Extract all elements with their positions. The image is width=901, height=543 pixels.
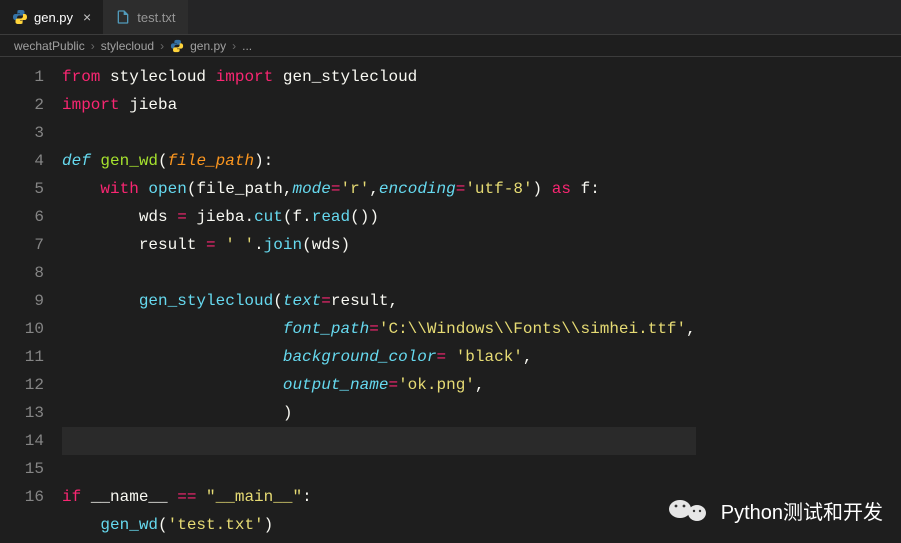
code-line[interactable]: gen_stylecloud(text=result, bbox=[62, 292, 398, 310]
line-number: 8 bbox=[0, 259, 44, 287]
code-line[interactable]: font_path='C:\\Windows\\Fonts\\simhei.tt… bbox=[62, 320, 696, 338]
breadcrumb-segment[interactable]: stylecloud bbox=[101, 39, 154, 53]
code-line[interactable]: import jieba bbox=[62, 96, 177, 114]
code-line[interactable]: background_color= 'black', bbox=[62, 348, 533, 366]
text-file-icon bbox=[115, 9, 131, 25]
code-area[interactable]: from stylecloud import gen_stylecloud im… bbox=[62, 57, 696, 539]
code-line[interactable] bbox=[62, 427, 696, 455]
code-line[interactable]: output_name='ok.png', bbox=[62, 376, 485, 394]
line-number: 15 bbox=[0, 455, 44, 483]
line-number: 2 bbox=[0, 91, 44, 119]
line-number: 7 bbox=[0, 231, 44, 259]
code-line[interactable]: ) bbox=[62, 404, 292, 422]
line-number: 16 bbox=[0, 483, 44, 511]
breadcrumb-segment[interactable]: gen.py bbox=[190, 39, 226, 53]
line-number: 3 bbox=[0, 119, 44, 147]
line-number: 1 bbox=[0, 63, 44, 91]
tab-gen-py[interactable]: gen.py × bbox=[0, 0, 103, 34]
line-number: 9 bbox=[0, 287, 44, 315]
line-gutter: 12345678910111213141516 bbox=[0, 57, 62, 539]
wechat-icon bbox=[667, 495, 711, 525]
chevron-right-icon: › bbox=[232, 39, 236, 53]
tab-test-txt[interactable]: test.txt bbox=[103, 0, 187, 34]
code-editor[interactable]: 12345678910111213141516 from stylecloud … bbox=[0, 57, 901, 539]
code-line[interactable]: gen_wd('test.txt') bbox=[62, 516, 273, 534]
line-number: 10 bbox=[0, 315, 44, 343]
chevron-right-icon: › bbox=[91, 39, 95, 53]
tab-label: gen.py bbox=[34, 10, 73, 25]
line-number: 4 bbox=[0, 147, 44, 175]
code-line[interactable]: def gen_wd(file_path): bbox=[62, 152, 273, 170]
line-number: 14 bbox=[0, 427, 44, 455]
tab-bar: gen.py × test.txt bbox=[0, 0, 901, 35]
python-icon bbox=[170, 39, 184, 53]
code-line[interactable] bbox=[62, 124, 72, 142]
line-number: 6 bbox=[0, 203, 44, 231]
python-icon bbox=[12, 9, 28, 25]
line-number: 12 bbox=[0, 371, 44, 399]
watermark-text: Python测试和开发 bbox=[721, 496, 883, 525]
chevron-right-icon: › bbox=[160, 39, 164, 53]
close-icon[interactable]: × bbox=[83, 9, 91, 25]
code-line[interactable] bbox=[62, 264, 72, 282]
line-number: 13 bbox=[0, 399, 44, 427]
breadcrumb-trailing[interactable]: ... bbox=[242, 39, 252, 53]
code-line[interactable]: result = ' '.join(wds) bbox=[62, 236, 350, 254]
watermark: Python测试和开发 bbox=[667, 495, 883, 525]
line-number: 11 bbox=[0, 343, 44, 371]
code-line[interactable]: if __name__ == "__main__": bbox=[62, 488, 312, 506]
tab-label: test.txt bbox=[137, 10, 175, 25]
breadcrumb-segment[interactable]: wechatPublic bbox=[14, 39, 85, 53]
code-line[interactable]: with open(file_path,mode='r',encoding='u… bbox=[62, 180, 600, 198]
code-line[interactable]: wds = jieba.cut(f.read()) bbox=[62, 208, 379, 226]
line-number: 5 bbox=[0, 175, 44, 203]
code-line[interactable]: from stylecloud import gen_stylecloud bbox=[62, 68, 417, 86]
breadcrumb: wechatPublic › stylecloud › gen.py ›... bbox=[0, 35, 901, 57]
